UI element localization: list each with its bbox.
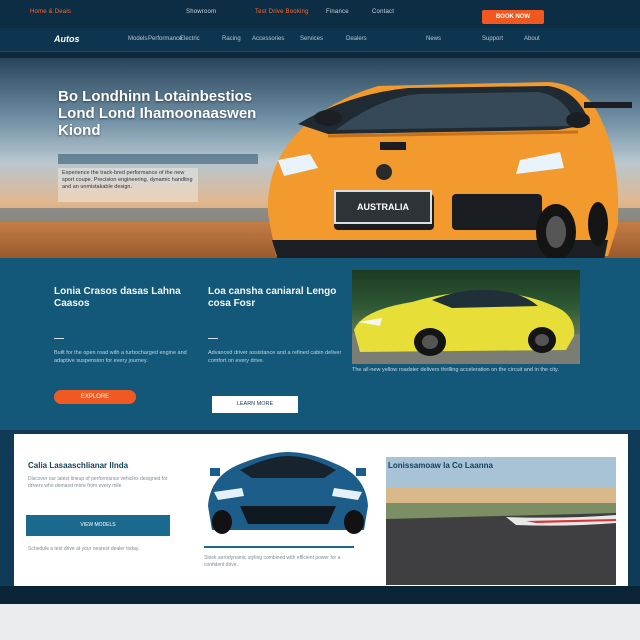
feature-col-1: Lonia Crasos dasas Lahna Caasos Built fo… [54, 286, 194, 365]
main-nav: Autos Models Performance Electric Racing… [0, 28, 640, 52]
hero-license-plate: AUSTRALIA [334, 190, 432, 224]
nav-item-support[interactable]: Support [482, 36, 503, 42]
feature-1-rule [54, 338, 64, 339]
feature-2-title: Loa cansha caniaral Lengo cosa Fosr [208, 286, 337, 309]
feature-1-title: Lonia Crasos dasas Lahna Caasos [54, 286, 181, 309]
feature-car-image [352, 270, 580, 364]
card-2-rule [204, 546, 354, 548]
feature-1-text: Built for the open road with a turbochar… [54, 350, 187, 364]
explore-button[interactable]: EXPLORE [54, 390, 136, 404]
racetrack-graphic [386, 457, 616, 585]
nav-item-news[interactable]: News [426, 36, 441, 42]
nav-item-models[interactable]: Models [128, 36, 147, 42]
card-2-text: Sleek aerodynamic styling combined with … [204, 555, 341, 568]
nav-item-about[interactable]: About [524, 36, 540, 42]
yellow-car-graphic [352, 289, 580, 364]
nav-item-accessories[interactable]: Accessories [252, 36, 284, 42]
card-1-text: Discover our latest lineup of performanc… [28, 476, 168, 489]
card-1-footer-text: Schedule a test drive at your nearest de… [28, 546, 140, 552]
brand-logo[interactable]: Autos [54, 34, 80, 44]
feature-col-2: Loa cansha caniaral Lengo cosa Fosr Adva… [208, 286, 344, 365]
utility-link-test-drive[interactable]: Test Drive Booking [255, 9, 309, 15]
nav-item-electric[interactable]: Electric [180, 36, 200, 42]
utility-link-home[interactable]: Home & Deals [30, 9, 71, 15]
footer-dark [0, 586, 640, 604]
hero-banner: Bo Londhinn Lotainbestios Lond Lond Iham… [0, 58, 640, 258]
hero-plate-text: AUSTRALIA [357, 202, 409, 212]
nav-item-performance[interactable]: Performance [148, 36, 182, 42]
nav-item-racing[interactable]: Racing [222, 36, 241, 42]
book-now-button[interactable]: BOOK NOW [482, 10, 544, 24]
learn-more-button[interactable]: LEARN MORE [212, 396, 298, 413]
nav-item-dealers[interactable]: Dealers [346, 36, 367, 42]
features-section: Lonia Crasos dasas Lahna Caasos Built fo… [0, 258, 640, 430]
footer-light [0, 604, 640, 640]
utility-link-showroom[interactable]: Showroom [186, 9, 216, 15]
hero-headline: Bo Londhinn Lotainbestios Lond Lond Iham… [58, 88, 257, 139]
card-1-title: Calia Lasaaschlianar Ilnda [28, 461, 129, 470]
hero-car-image [267, 82, 632, 258]
feature-image-caption: The all-new yellow roadster delivers thr… [352, 367, 559, 373]
utility-bar: Home & Deals Showroom Test Drive Booking… [0, 0, 640, 28]
card-3-title: Lonissamoaw la Co Laanna [388, 461, 493, 470]
blue-car-image [208, 452, 368, 534]
racetrack-image [386, 457, 616, 585]
feature-2-rule [208, 338, 218, 339]
utility-link-contact[interactable]: Contact [372, 9, 394, 15]
utility-link-finance[interactable]: Finance [326, 9, 349, 15]
nav-item-services[interactable]: Services [300, 36, 323, 42]
view-models-button[interactable]: VIEW MODELS [26, 515, 170, 536]
hero-strip [58, 154, 258, 164]
feature-2-text: Advanced driver assistance and a refined… [208, 350, 342, 364]
hero-copy: Experience the track-bred performance of… [62, 170, 193, 190]
